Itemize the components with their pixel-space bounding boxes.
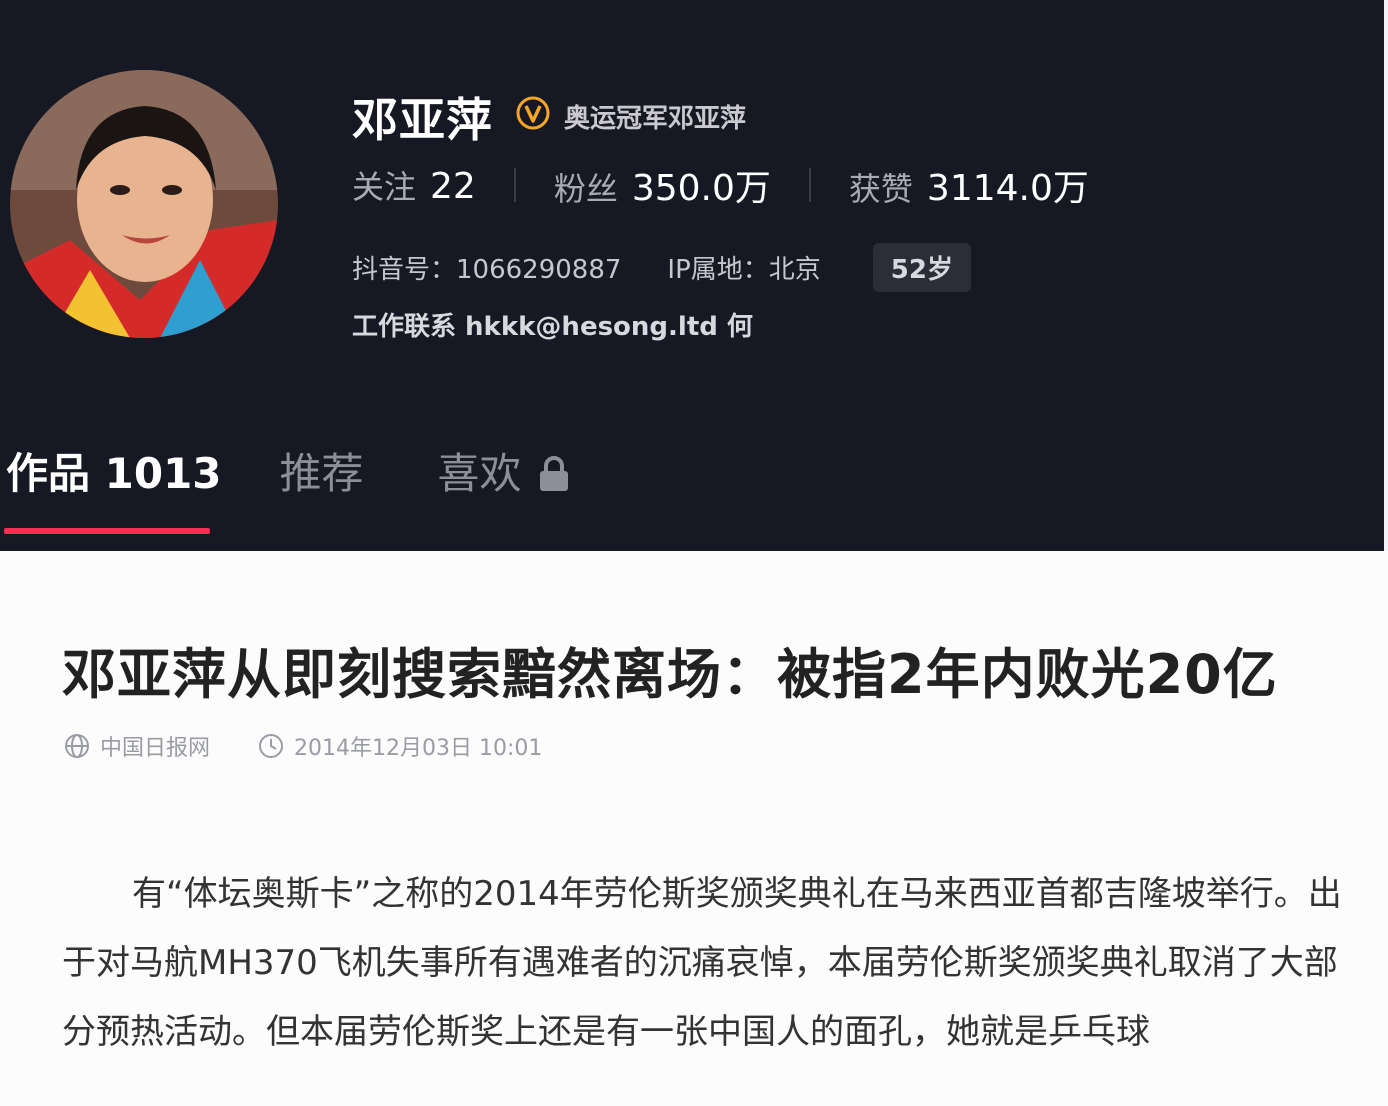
- stat-likes: 获赞 3114.0万: [849, 159, 1089, 211]
- profile-name: 邓亚萍: [352, 93, 493, 147]
- active-tab-indicator: [4, 528, 210, 534]
- article-datetime: 2014年12月03日 10:01: [294, 736, 543, 761]
- article-meta: 中国日报网 2014年12月03日 10:01: [64, 728, 542, 764]
- stat-value: 3114.0万: [926, 168, 1089, 209]
- verified-icon: [516, 96, 550, 130]
- article-source: 中国日报网: [100, 736, 211, 761]
- stat-label: 关注: [352, 168, 417, 206]
- clock-icon: [259, 734, 284, 758]
- douyin-id: 抖音号：1066290887: [352, 254, 622, 285]
- stat-label: 粉丝: [553, 170, 618, 208]
- lock-icon: [539, 456, 568, 491]
- stat-following[interactable]: 关注 22: [352, 162, 476, 208]
- ip-location: IP属地：北京: [667, 254, 821, 285]
- profile-stats: 关注 22 粉丝 350.0万 获赞 3114.0万: [352, 160, 1089, 210]
- tab-likes[interactable]: 喜欢: [438, 440, 522, 501]
- verified-label: 奥运冠军邓亚萍: [564, 104, 747, 134]
- tab-recommend[interactable]: 推荐: [280, 440, 364, 501]
- stat-label: 获赞: [848, 170, 913, 208]
- profile-meta: 抖音号：1066290887 IP属地：北京 52岁: [352, 242, 971, 292]
- article-body: 有“体坛奥斯卡”之称的2014年劳伦斯奖颁奖典礼在马来西亚首都吉隆坡举行。出于对…: [62, 860, 1352, 1067]
- globe-icon: [65, 734, 89, 758]
- age-badge: 52岁: [872, 242, 971, 292]
- stat-value: 350.0万: [631, 168, 771, 209]
- stat-followers[interactable]: 粉丝 350.0万: [554, 159, 771, 211]
- stat-value: 22: [430, 166, 476, 207]
- profile-tabs: 作品 1013 推荐 喜欢: [0, 440, 570, 500]
- article-headline: 邓亚萍从即刻搜索黯然离场：被指2年内败光20亿: [62, 643, 1278, 706]
- stat-divider: [513, 168, 516, 202]
- avatar[interactable]: [10, 70, 278, 338]
- tab-works[interactable]: 作品 1013: [6, 440, 222, 501]
- article-paragraph: 有“体坛奥斯卡”之称的2014年劳伦斯奖颁奖典礼在马来西亚首都吉隆坡举行。出于对…: [62, 874, 1342, 1052]
- contact-info: 工作联系 hkkk@hesong.ltd 何: [352, 312, 753, 342]
- profile-header: 邓亚萍 奥运冠军邓亚萍 关注 22 粉丝 350.0万 获赞 3114.0万 抖…: [0, 0, 1388, 551]
- stat-divider: [808, 168, 811, 202]
